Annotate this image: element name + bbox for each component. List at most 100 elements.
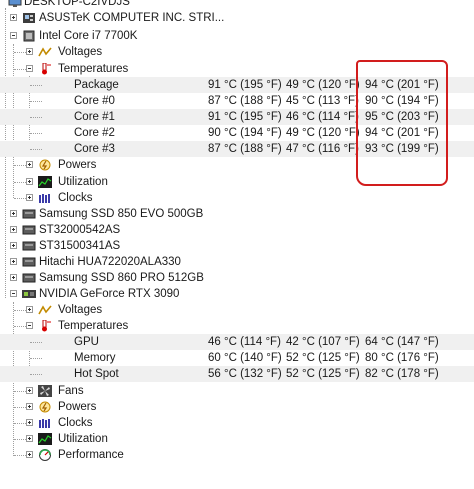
gpu-utilization-label: Utilization: [58, 433, 108, 445]
tree-node-disk[interactable]: Samsung SSD 850 EVO 500GB: [0, 206, 474, 222]
expand-icon[interactable]: [10, 14, 17, 21]
expand-icon[interactable]: [10, 242, 17, 249]
power-icon: [38, 159, 52, 171]
motherboard-label: ASUSTeK COMPUTER INC. STRI...: [39, 12, 225, 24]
tree-node-gpu-utilization[interactable]: Utilization: [0, 431, 474, 447]
tree-node-gpu-clocks[interactable]: Clocks: [0, 415, 474, 431]
collapse-icon[interactable]: [26, 65, 33, 72]
expand-icon[interactable]: [26, 403, 33, 410]
voltage-icon: [38, 46, 52, 58]
sensor-value: 60 °C (140 °F): [208, 352, 282, 364]
expand-icon[interactable]: [10, 226, 17, 233]
collapse-icon[interactable]: [10, 290, 17, 297]
expand-icon[interactable]: [26, 161, 33, 168]
fan-icon: [38, 385, 52, 397]
cpu-utilization-label: Utilization: [58, 176, 108, 188]
disk-label: ST31500341AS: [39, 240, 121, 252]
disk-label: Hitachi HUA722020ALA330: [39, 256, 181, 268]
tree-node-cpu[interactable]: Intel Core i7 7700K: [0, 28, 474, 44]
computer-icon: [8, 0, 22, 8]
voltage-icon: [38, 304, 52, 316]
sensor-value: 87 °C (188 °F): [208, 143, 282, 155]
utilization-icon: [38, 176, 52, 188]
tree-node-disk[interactable]: ST31500341AS: [0, 238, 474, 254]
annotation-red-box: [356, 60, 448, 186]
sensor-max: 82 °C (178 °F): [365, 368, 439, 380]
expand-icon[interactable]: [10, 210, 17, 217]
expand-icon[interactable]: [26, 306, 33, 313]
table-row[interactable]: Memory 60 °C (140 °F) 52 °C (125 °F) 80 …: [0, 350, 474, 366]
disk-icon: [22, 224, 36, 236]
disk-icon: [22, 240, 36, 252]
sensor-name: Core #0: [74, 95, 115, 107]
cpu-clocks-label: Clocks: [58, 192, 93, 204]
expand-icon[interactable]: [26, 419, 33, 426]
tree-node-gpu-voltages[interactable]: Voltages: [0, 302, 474, 318]
expand-icon[interactable]: [26, 451, 33, 458]
gpu-label: NVIDIA GeForce RTX 3090: [39, 288, 180, 300]
expand-icon[interactable]: [26, 435, 33, 442]
tree-node-motherboard[interactable]: ASUSTeK COMPUTER INC. STRI...: [0, 10, 474, 26]
sensor-min: 49 °C (120 °F): [286, 79, 360, 91]
tree-node-gpu-fans[interactable]: Fans: [0, 383, 474, 399]
cpu-temperatures-label: Temperatures: [58, 63, 129, 75]
cpu-voltages-label: Voltages: [58, 46, 103, 58]
expand-icon[interactable]: [10, 274, 17, 281]
tree-node-cpu-voltages[interactable]: Voltages: [0, 44, 474, 60]
utilization-icon: [38, 433, 52, 445]
gpu-icon: [22, 288, 36, 300]
cpu-icon: [22, 30, 36, 42]
collapse-icon[interactable]: [10, 32, 17, 39]
tree-node-gpu-performance[interactable]: Performance: [0, 447, 474, 463]
sensor-name: Package: [74, 79, 119, 91]
sensor-value: 87 °C (188 °F): [208, 95, 282, 107]
thermometer-icon: [38, 319, 52, 332]
gpu-clocks-label: Clocks: [58, 417, 93, 429]
table-row[interactable]: GPU 46 °C (114 °F) 42 °C (107 °F) 64 °C …: [0, 334, 474, 350]
expand-icon[interactable]: [26, 178, 33, 185]
collapse-icon[interactable]: [26, 322, 33, 329]
tree-node-disk[interactable]: Samsung SSD 860 PRO 512GB: [0, 270, 474, 286]
table-row[interactable]: Hot Spot 56 °C (132 °F) 52 °C (125 °F) 8…: [0, 366, 474, 382]
disk-label: ST32000542AS: [39, 224, 121, 236]
sensor-name: Hot Spot: [74, 368, 119, 380]
tree-node-gpu-powers[interactable]: Powers: [0, 399, 474, 415]
motherboard-icon: [22, 12, 36, 24]
tree-node-disk[interactable]: Hitachi HUA722020ALA330: [0, 254, 474, 270]
power-icon: [38, 401, 52, 413]
sensor-min: 42 °C (107 °F): [286, 336, 360, 348]
sensor-name: Core #3: [74, 143, 115, 155]
tree-node-cpu-clocks[interactable]: Clocks: [0, 190, 474, 206]
sensor-min: 52 °C (125 °F): [286, 352, 360, 364]
sensor-name: GPU: [74, 336, 99, 348]
tree-node-disk[interactable]: ST32000542AS: [0, 222, 474, 238]
performance-icon: [38, 449, 52, 461]
sensor-min: 46 °C (114 °F): [286, 111, 359, 123]
thermometer-icon: [38, 62, 52, 75]
tree-node-root[interactable]: DESKTOP-C2IVDJS: [0, 0, 474, 10]
expand-icon[interactable]: [10, 258, 17, 265]
cpu-label: Intel Core i7 7700K: [39, 30, 138, 42]
sensor-value: 90 °C (194 °F): [208, 127, 282, 139]
sensor-value: 56 °C (132 °F): [208, 368, 282, 380]
sensor-value: 91 °C (195 °F): [208, 111, 282, 123]
clock-icon: [38, 192, 52, 204]
sensor-min: 49 °C (120 °F): [286, 127, 360, 139]
disk-icon: [22, 272, 36, 284]
tree-node-gpu[interactable]: NVIDIA GeForce RTX 3090: [0, 286, 474, 302]
sensor-name: Memory: [74, 352, 116, 364]
sensor-min: 45 °C (113 °F): [286, 95, 359, 107]
sensor-name: Core #1: [74, 111, 115, 123]
sensor-value: 91 °C (195 °F): [208, 79, 282, 91]
gpu-powers-label: Powers: [58, 401, 97, 413]
gpu-voltages-label: Voltages: [58, 304, 103, 316]
expand-icon[interactable]: [26, 387, 33, 394]
gpu-fans-label: Fans: [58, 385, 84, 397]
tree-node-gpu-temperatures[interactable]: Temperatures: [0, 318, 474, 334]
expand-icon[interactable]: [26, 194, 33, 201]
root-label: DESKTOP-C2IVDJS: [24, 0, 130, 8]
expand-icon[interactable]: [26, 48, 33, 55]
gpu-performance-label: Performance: [58, 449, 124, 461]
sensor-value: 46 °C (114 °F): [208, 336, 281, 348]
disk-label: Samsung SSD 860 PRO 512GB: [39, 272, 204, 284]
